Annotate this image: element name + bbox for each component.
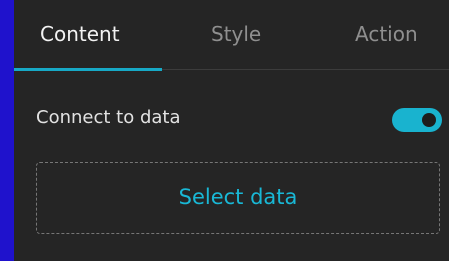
toggle-knob <box>422 113 436 127</box>
tab-style[interactable]: Style <box>211 0 261 69</box>
content-panel: Content Style Action Connect to data Sel… <box>14 0 449 261</box>
connect-to-data-label: Connect to data <box>36 107 181 128</box>
tab-content[interactable]: Content <box>40 0 120 69</box>
select-data-button[interactable]: Select data <box>36 162 440 234</box>
connect-to-data-toggle[interactable] <box>392 108 442 132</box>
tab-bar: Content Style Action <box>14 0 449 71</box>
tab-action[interactable]: Action <box>355 0 418 69</box>
active-tab-indicator <box>14 68 162 71</box>
